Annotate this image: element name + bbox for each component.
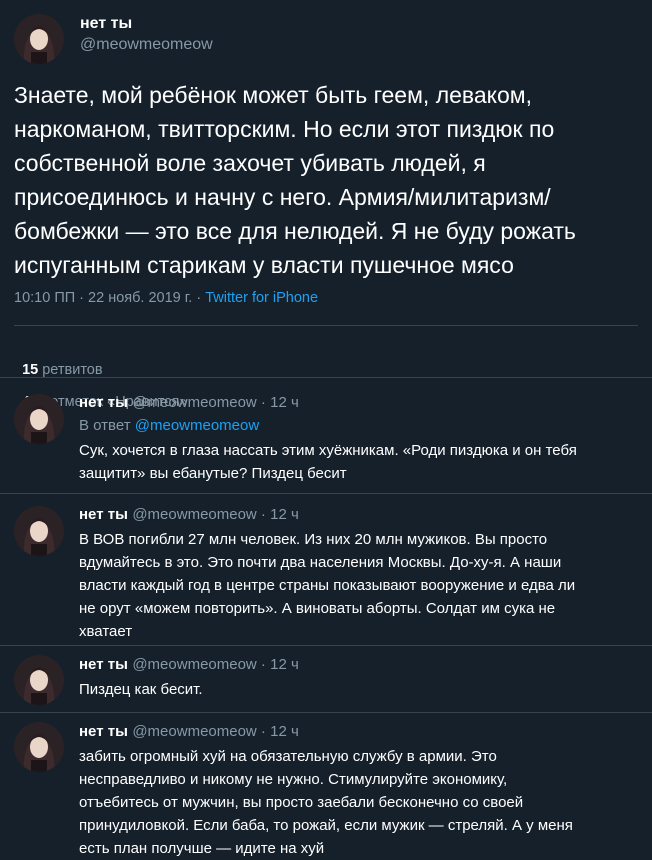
reply-author-name[interactable]: нет ты (79, 394, 128, 411)
avatar-image (14, 506, 64, 556)
reply-header: нет ты @meowmeomeow · 12 ч (79, 394, 299, 412)
reply-text-line: вдумайтесь в это. Это почти два населени… (79, 554, 562, 571)
reply-text-line: защитит» вы ебанутые? Пиздец бесит (79, 465, 347, 482)
reply-time[interactable]: · 12 ч (257, 394, 299, 411)
tweet-timestamp[interactable]: 10:10 ПП · 22 нояб. 2019 г. · (14, 290, 205, 306)
reply-header: нет ты @meowmeomeow · 12 ч (79, 656, 299, 674)
reply-header: нет ты @meowmeomeow · 12 ч (79, 506, 299, 524)
reply-text-line: есть план получше — идите на хуй (79, 840, 325, 857)
author-handle[interactable]: @meowmeomeow (80, 36, 213, 54)
reply-to-handle[interactable]: @meowmeomeow (135, 417, 259, 434)
reply-avatar[interactable] (14, 394, 64, 444)
retweets-label: ретвитов (38, 362, 103, 378)
reply-avatar[interactable] (14, 722, 64, 772)
reply-time[interactable]: · 12 ч (257, 723, 299, 740)
reply-text-line: принудиловкой. Если баба, то рожай, если… (79, 817, 573, 834)
divider (0, 377, 652, 378)
reply-text-line: хватает (79, 623, 133, 640)
retweets-count: 15 (22, 362, 39, 378)
divider (0, 493, 652, 494)
tweet-meta: 10:10 ПП · 22 нояб. 2019 г. · Twitter fo… (14, 290, 318, 306)
reply-header: нет ты @meowmeomeow · 12 ч (79, 723, 299, 741)
reply-to: В ответ @meowmeomeow (79, 417, 259, 434)
reply-text-line: не орут «можем повторить». А виноваты аб… (79, 600, 556, 617)
divider (14, 325, 638, 326)
reply-author-name[interactable]: нет ты (79, 506, 128, 523)
tweet-text-line: Знаете, мой ребёнок может быть геем, лев… (14, 82, 532, 108)
reply-time[interactable]: · 12 ч (257, 656, 299, 673)
reply-time[interactable]: · 12 ч (257, 506, 299, 523)
reply-text: Сук, хочется в глаза нассать этим хуёжни… (79, 439, 577, 485)
reply-text: Пиздец как бесит. (79, 678, 203, 701)
reply-text: В ВОВ погибли 27 млн человек. Из них 20 … (79, 528, 575, 643)
reply-author-name[interactable]: нет ты (79, 656, 128, 673)
reply-text-line: несправедливо и никому не нужно. Стимули… (79, 771, 508, 788)
tweet-text-line: собственной воле захочет убивать людей, … (14, 150, 486, 176)
author-avatar[interactable] (14, 14, 64, 64)
avatar-image (14, 14, 64, 64)
divider (0, 712, 652, 713)
reply-author-handle[interactable]: @meowmeomeow (132, 656, 256, 673)
avatar-image (14, 722, 64, 772)
reply-author-name[interactable]: нет ты (79, 723, 128, 740)
retweets-stat[interactable]: 15 ретвитов (22, 362, 103, 378)
tweet-text-line: присоединюсь и начну с него. Армия/милит… (14, 184, 551, 210)
tweet-source-link[interactable]: Twitter for iPhone (205, 290, 318, 306)
reply-text-line: Пиздец как бесит. (79, 681, 203, 698)
reply-text: забить огромный хуй на обязательную служ… (79, 745, 573, 860)
reply-author-handle[interactable]: @meowmeomeow (132, 506, 256, 523)
avatar-image (14, 655, 64, 705)
reply-avatar[interactable] (14, 655, 64, 705)
tweet-text: Знаете, мой ребёнок может быть геем, лев… (14, 78, 644, 282)
reply-author-handle[interactable]: @meowmeomeow (132, 723, 256, 740)
reply-text-line: забить огромный хуй на обязательную служ… (79, 748, 497, 765)
reply-text-line: власти каждый год в центре страны показы… (79, 577, 576, 594)
reply-to-prefix: В ответ (79, 417, 135, 434)
tweet-text-line: испуганным старикам у власти пушечное мя… (14, 252, 514, 278)
tweet-text-line: наркоманом, твитторским. Но если этот пи… (14, 116, 555, 142)
avatar-image (14, 394, 64, 444)
divider (0, 645, 652, 646)
reply-text-line: Сук, хочется в глаза нассать этим хуёжни… (79, 442, 577, 459)
tweet-text-line: бомбежки — это все для нелюдей. Я не буд… (14, 218, 576, 244)
reply-author-handle[interactable]: @meowmeomeow (132, 394, 256, 411)
reply-avatar[interactable] (14, 506, 64, 556)
reply-text-line: В ВОВ погибли 27 млн человек. Из них 20 … (79, 531, 548, 548)
author-name[interactable]: нет ты (80, 15, 132, 33)
reply-text-line: отъебитесь от мужчин, вы просто заебали … (79, 794, 524, 811)
